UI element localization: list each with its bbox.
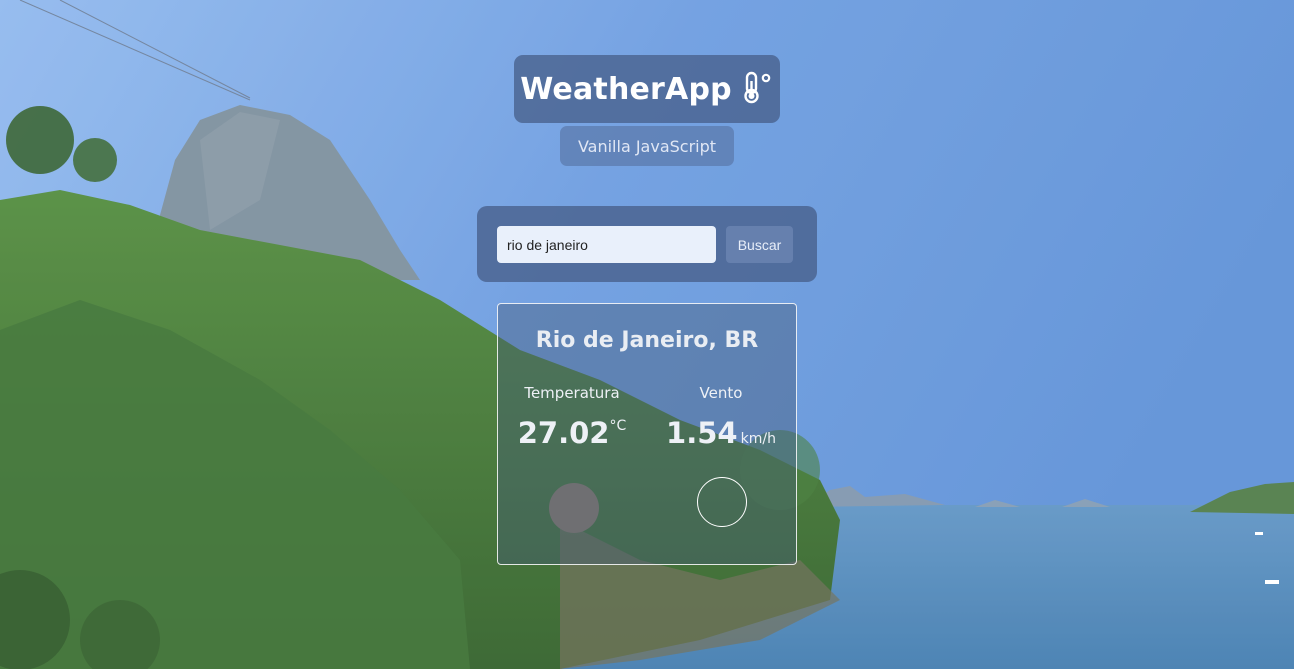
app-title-banner: WeatherApp xyxy=(514,55,780,123)
temperature-section: Temperatura 27.02°C xyxy=(512,384,632,450)
temperature-value-line: 27.02°C xyxy=(512,416,632,450)
app-title: WeatherApp xyxy=(520,71,732,107)
search-panel: Buscar xyxy=(477,206,817,282)
temperature-unit: °C xyxy=(609,418,627,434)
weather-card: Rio de Janeiro, BR Temperatura 27.02°C V… xyxy=(497,303,797,565)
app-subtitle: Vanilla JavaScript xyxy=(577,136,717,156)
city-name: Rio de Janeiro, BR xyxy=(535,328,759,353)
thermometer-icon xyxy=(740,70,774,109)
wind-unit: km/h xyxy=(740,431,776,447)
weather-condition-icon xyxy=(549,483,599,533)
wind-value-line: 1.54 km/h xyxy=(656,416,786,450)
city-search-input[interactable] xyxy=(497,226,716,263)
temperature-value: 27.02 xyxy=(517,416,610,450)
app-subtitle-banner: Vanilla JavaScript xyxy=(560,126,734,166)
wind-label: Vento xyxy=(699,384,743,402)
wind-value: 1.54 xyxy=(666,416,738,450)
search-button[interactable]: Buscar xyxy=(726,226,793,263)
wind-direction-icon xyxy=(697,477,747,527)
wind-section: Vento 1.54 km/h xyxy=(656,384,786,450)
temperature-label: Temperatura xyxy=(524,384,620,402)
